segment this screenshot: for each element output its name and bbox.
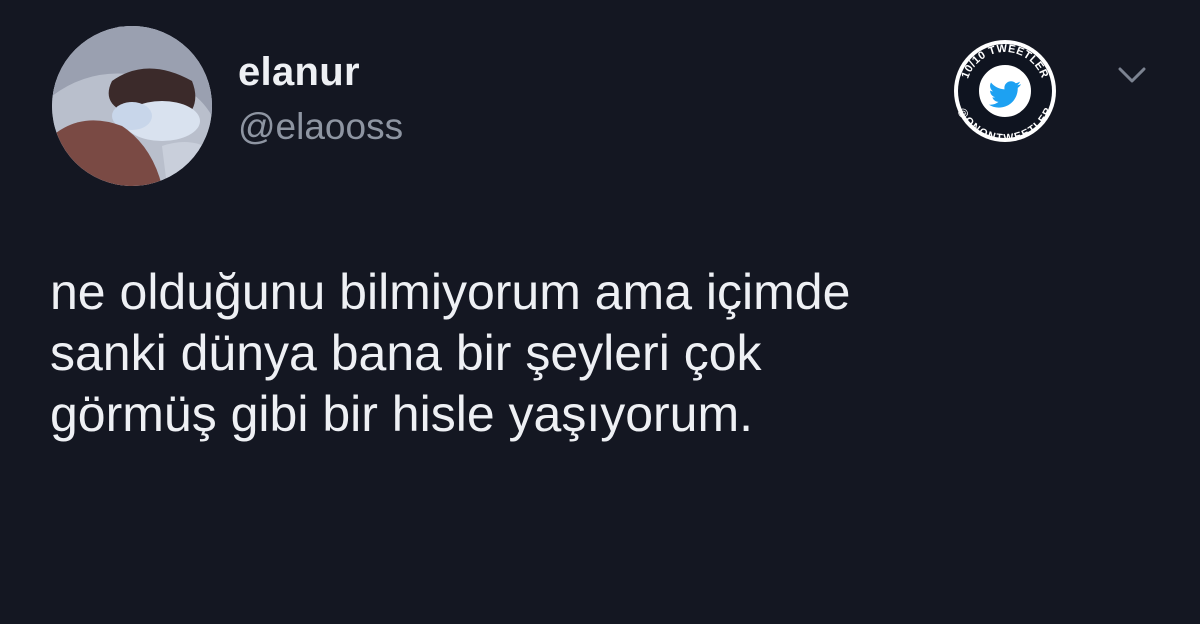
- tweet-text-line: ne olduğunu bilmiyorum ama içimde: [50, 264, 851, 320]
- display-name[interactable]: elanur: [238, 50, 360, 95]
- tweet-text: ne olduğunu bilmiyorum ama içimde sanki …: [50, 262, 1150, 445]
- avatar-image: [52, 26, 212, 186]
- watermark-badge: 10/10 TWEETLER @ONONTWEETLER: [952, 38, 1058, 144]
- avatar[interactable]: [52, 26, 212, 186]
- tweet-card: elanur @elaooss 10/10 TWEETLER @ONONTWEE…: [0, 0, 1200, 624]
- tweet-text-line: sanki dünya bana bir şeyleri çok: [50, 325, 762, 381]
- username-handle[interactable]: @elaooss: [238, 106, 403, 148]
- tweet-text-line: görmüş gibi bir hisle yaşıyorum.: [50, 386, 754, 442]
- chevron-down-icon[interactable]: [1112, 58, 1152, 92]
